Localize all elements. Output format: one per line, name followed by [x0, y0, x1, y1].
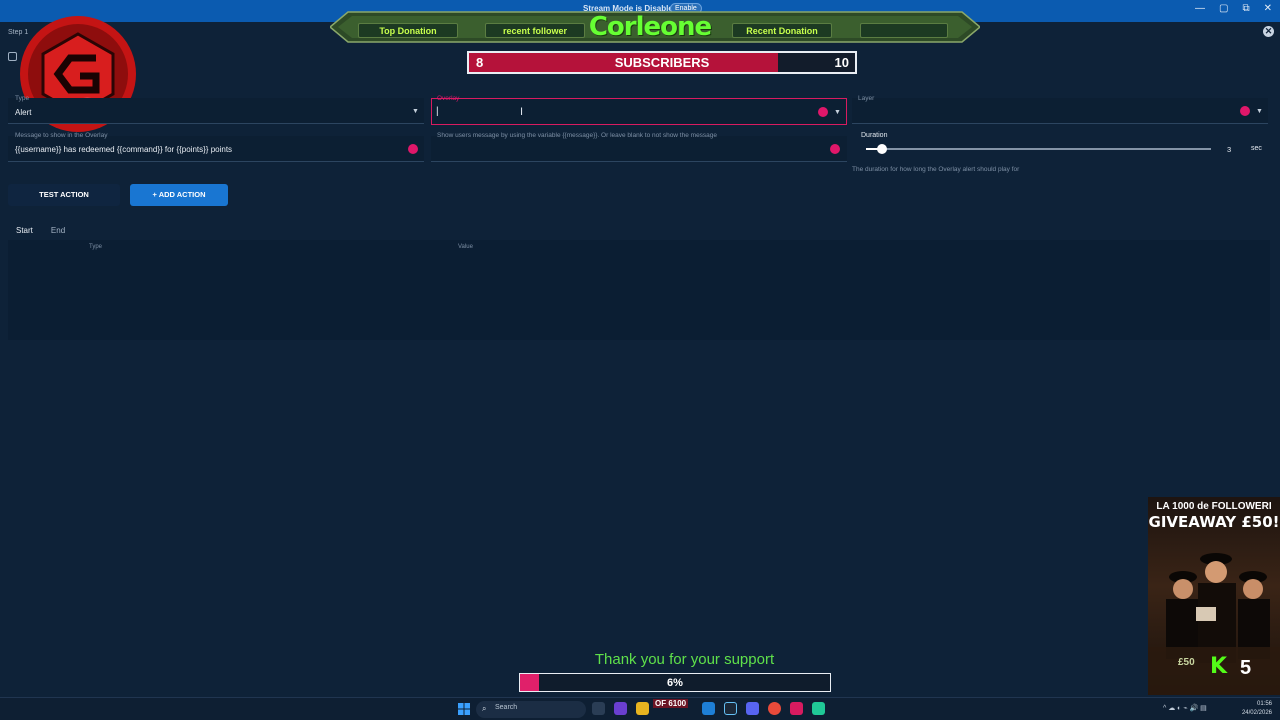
- message-value: {{username}} has redeemed {{command}} fo…: [15, 145, 233, 154]
- column-header-value: Value: [458, 244, 473, 250]
- minimize-icon[interactable]: —: [1195, 3, 1205, 14]
- edge-icon[interactable]: [702, 702, 715, 715]
- chevron-down-icon[interactable]: ▼: [834, 109, 841, 116]
- channel-name: Corleone: [588, 12, 712, 42]
- task-view-icon[interactable]: [592, 702, 605, 715]
- search-icon: ⌕: [482, 704, 487, 713]
- message-label: Message to show in the Overlay: [15, 132, 108, 139]
- tab-end[interactable]: End: [51, 226, 65, 235]
- support-goal-label: 6%: [667, 677, 683, 689]
- window-controls: — ▢ ⧉ ✕: [1195, 3, 1272, 14]
- tab-start[interactable]: Start: [16, 226, 33, 235]
- clock[interactable]: 01:56 24/02/2026: [1242, 700, 1272, 718]
- column-header-type: Type: [89, 244, 103, 250]
- file-explorer-icon[interactable]: [636, 702, 649, 715]
- duration-value[interactable]: 3: [1227, 145, 1231, 154]
- discord-icon[interactable]: [746, 702, 759, 715]
- settings-icon[interactable]: [8, 52, 17, 61]
- text-cursor: |: [436, 106, 439, 117]
- duration-hint: The duration for how long the Overlay al…: [852, 166, 1020, 173]
- taskbar-search-placeholder: Search: [495, 704, 518, 711]
- duration-unit: sec: [1251, 145, 1262, 152]
- test-action-button[interactable]: TEST ACTION: [8, 184, 120, 206]
- overlay-status-dot: [818, 107, 828, 117]
- copilot-icon[interactable]: [614, 702, 627, 715]
- maximize-icon[interactable]: ▢: [1219, 3, 1228, 14]
- actions-table: Type Value: [8, 240, 1270, 340]
- layer-status-dot: [1240, 106, 1250, 116]
- giveaway-money: £50: [1178, 657, 1195, 668]
- type-select[interactable]: Type Alert ▼: [8, 95, 424, 124]
- support-goal-bar: 6%: [519, 673, 831, 692]
- chevron-down-icon[interactable]: ▼: [1256, 108, 1263, 115]
- system-tray[interactable]: ^ ☁ ◐ ⌁ 🔊 ▤: [1163, 704, 1207, 712]
- recent-follower-tab: recent follower: [485, 23, 585, 38]
- streamer-app-icon[interactable]: [790, 702, 803, 715]
- taskbar-search[interactable]: ⌕ Search: [476, 701, 586, 718]
- message-input[interactable]: Message to show in the Overlay {{usernam…: [8, 132, 424, 162]
- overlay-banner: Top Donation recent follower Recent Dona…: [330, 10, 980, 44]
- clock-date: 24/02/2026: [1241, 710, 1272, 716]
- overlay-select[interactable]: Overlay | ▼: [431, 95, 847, 125]
- giveaway-number: 5: [1240, 657, 1252, 679]
- overlay-label: Overlay: [437, 95, 460, 102]
- giveaway-panel: LA 1000 de FOLLOWERI GIVEAWAY £50! £50 K…: [1148, 497, 1280, 695]
- chevron-down-icon[interactable]: ▼: [412, 108, 419, 115]
- subscriber-goal: 10: [834, 55, 849, 70]
- window-close-icon[interactable]: ✕: [1264, 3, 1272, 14]
- taskbar: ⌕ Search OF 6100 ^ ☁ ◐ ⌁ 🔊 ▤ 01:56 24/02…: [0, 697, 1280, 720]
- user-message-hint: Show users message by using the variable…: [437, 132, 718, 139]
- add-action-label: ADD ACTION: [158, 190, 206, 199]
- game-badge[interactable]: OF 6100: [653, 699, 689, 708]
- user-message-status-dot: [830, 144, 840, 154]
- subscriber-goal-bar: 8 SUBSCRIBERS 10: [467, 51, 857, 74]
- close-icon[interactable]: ✕: [1263, 26, 1274, 37]
- duration-slider-handle[interactable]: [877, 144, 887, 154]
- layer-label: Layer: [858, 95, 875, 102]
- chrome-icon[interactable]: [768, 702, 781, 715]
- duration-slider-track[interactable]: [866, 148, 1211, 150]
- empty-banner-tab: [860, 23, 948, 38]
- recent-donation-tab: Recent Donation: [732, 23, 832, 38]
- add-action-button[interactable]: + ADD ACTION: [130, 184, 228, 206]
- clock-time: 01:56: [1256, 701, 1272, 707]
- user-message-input[interactable]: Show users message by using the variable…: [431, 132, 847, 162]
- duration-label: Duration: [861, 132, 888, 139]
- top-donation-tab: Top Donation: [358, 23, 458, 38]
- steam-icon[interactable]: [724, 702, 737, 715]
- type-value: Alert: [15, 108, 32, 117]
- windows-start-icon[interactable]: [458, 703, 470, 715]
- type-label: Type: [15, 95, 30, 102]
- support-thanks: Thank you for your support: [594, 651, 775, 668]
- layer-select[interactable]: Layer ▼: [852, 95, 1268, 124]
- subscriber-label: SUBSCRIBERS: [614, 55, 710, 70]
- chat-app-icon[interactable]: [812, 702, 825, 715]
- plus-icon: +: [152, 190, 157, 199]
- ibeam-cursor-icon: I: [520, 106, 524, 118]
- message-status-dot: [408, 144, 418, 154]
- kick-logo-icon: K: [1210, 654, 1228, 679]
- action-tabs: Start End: [16, 226, 65, 235]
- restore-icon[interactable]: ⧉: [1242, 3, 1249, 14]
